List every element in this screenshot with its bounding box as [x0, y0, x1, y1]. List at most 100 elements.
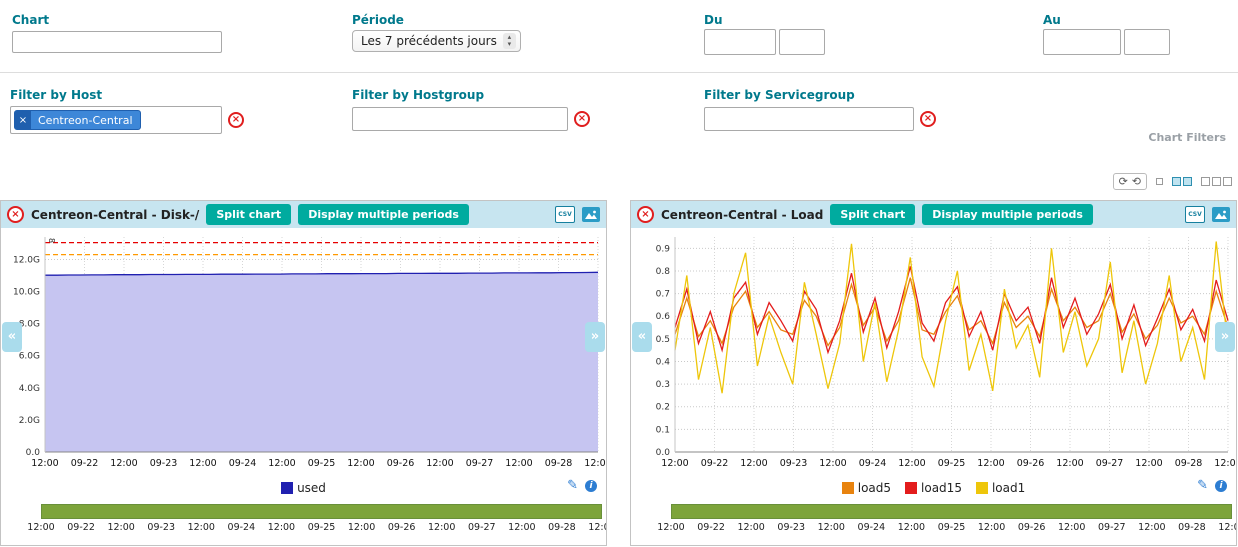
- timeline-tick-label: 09-25: [308, 522, 336, 533]
- auto-refresh-icon[interactable]: [1132, 175, 1141, 188]
- layout-three-columns-icon[interactable]: [1201, 177, 1232, 186]
- close-panel-icon[interactable]: [637, 206, 654, 223]
- layout-two-columns-icon[interactable]: [1172, 177, 1192, 186]
- du-date-input[interactable]: [704, 29, 776, 55]
- legend-row: load5 load15 load1: [631, 476, 1236, 500]
- timeline-bar[interactable]: [671, 504, 1232, 519]
- layout-one-column-icon[interactable]: [1156, 178, 1163, 185]
- svg-text:09-26: 09-26: [1017, 458, 1045, 469]
- legend-item[interactable]: used: [281, 481, 326, 495]
- hostgroup-filter-input[interactable]: [352, 107, 568, 131]
- chip-label: Centreon-Central: [31, 114, 140, 127]
- svg-text:4.0G: 4.0G: [19, 384, 40, 394]
- chart-filter-input[interactable]: [12, 31, 222, 53]
- svg-text:0.7: 0.7: [656, 290, 670, 300]
- chart-area: 0.02.0G4.0G6.0G8.0G10.0G12.0G12:0009-221…: [1, 228, 606, 476]
- svg-text:0.1: 0.1: [656, 425, 670, 435]
- clear-host-filter-icon[interactable]: [228, 112, 244, 128]
- servicegroup-filter-input[interactable]: [704, 107, 914, 131]
- svg-text:09-27: 09-27: [466, 458, 494, 469]
- clear-hostgroup-filter-icon[interactable]: [574, 111, 590, 127]
- scroll-right-button[interactable]: [585, 322, 605, 352]
- edit-icon[interactable]: [1197, 479, 1208, 493]
- svg-text:12:00: 12:00: [426, 458, 453, 469]
- svg-text:2.0G: 2.0G: [19, 416, 40, 426]
- image-glyph: [1215, 210, 1227, 219]
- timeline-tick-label: 12:00: [1058, 522, 1085, 533]
- timeline-tick-label: 09-27: [468, 522, 496, 533]
- display-multiple-periods-button[interactable]: Display multiple periods: [298, 204, 469, 225]
- timeline-tick-label: 12:00: [268, 522, 295, 533]
- timeline-tick-label: 12:00: [1138, 522, 1165, 533]
- svg-text:09-23: 09-23: [150, 458, 178, 469]
- host-chip[interactable]: Centreon-Central: [14, 110, 141, 130]
- timeline-tick-label: 12:00: [588, 522, 607, 533]
- svg-text:12:00: 12:00: [110, 458, 137, 469]
- svg-text:0.8: 0.8: [656, 267, 671, 277]
- timeline-tick-label: 12:00: [428, 522, 455, 533]
- periode-select[interactable]: Les 7 précédents jours: [352, 30, 521, 52]
- close-panel-icon[interactable]: [7, 206, 24, 223]
- panel-title: Centreon-Central - Disk-/: [31, 208, 199, 222]
- timeline-tick-label: 09-26: [1018, 522, 1046, 533]
- refresh-controls: [1113, 173, 1147, 190]
- timeline-tick-label: 09-22: [697, 522, 725, 533]
- timeline-tick-label: 09-24: [228, 522, 256, 533]
- chip-remove-icon[interactable]: [15, 111, 31, 129]
- image-glyph: [585, 210, 597, 219]
- legend-item[interactable]: load1: [976, 481, 1025, 495]
- svg-text:09-23: 09-23: [780, 458, 808, 469]
- du-time-input[interactable]: [779, 29, 825, 55]
- svg-text:0.5: 0.5: [656, 335, 670, 345]
- chart-canvas[interactable]: 0.02.0G4.0G6.0G8.0G10.0G12.0G12:0009-221…: [1, 228, 606, 474]
- chart-canvas[interactable]: 0.00.10.20.30.40.50.60.70.80.912:0009-22…: [631, 228, 1236, 474]
- timeline-bar[interactable]: [41, 504, 602, 519]
- scroll-left-button[interactable]: [632, 322, 652, 352]
- svg-text:10.0G: 10.0G: [13, 288, 40, 298]
- edit-icon[interactable]: [567, 479, 578, 493]
- svg-text:12:00: 12:00: [1056, 458, 1083, 469]
- timeline-ticks: 12:0009-2212:0009-2312:0009-2412:0009-25…: [41, 522, 602, 536]
- info-icon[interactable]: [585, 480, 597, 492]
- split-chart-button[interactable]: Split chart: [206, 204, 291, 225]
- clear-servicegroup-filter-icon[interactable]: [920, 111, 936, 127]
- legend-row: used: [1, 476, 606, 500]
- timeline-tick-label: 12:00: [107, 522, 134, 533]
- svg-text:09-24: 09-24: [859, 458, 887, 469]
- svg-text:09-26: 09-26: [387, 458, 415, 469]
- periode-selected-value: Les 7 précédents jours: [361, 34, 497, 48]
- svg-text:12.0G: 12.0G: [13, 255, 40, 265]
- timeline-tick-label: 09-26: [388, 522, 416, 533]
- svg-text:0.4: 0.4: [656, 357, 671, 367]
- au-date-input[interactable]: [1043, 29, 1121, 55]
- svg-text:6.0G: 6.0G: [19, 352, 40, 362]
- svg-text:12:00: 12:00: [1135, 458, 1162, 469]
- timeline-tick-label: 12:00: [27, 522, 54, 533]
- timeline-tick-label: 12:00: [508, 522, 535, 533]
- display-multiple-periods-button[interactable]: Display multiple periods: [922, 204, 1093, 225]
- au-label: Au: [1043, 13, 1061, 27]
- legend-item[interactable]: load5: [842, 481, 891, 495]
- split-chart-button[interactable]: Split chart: [830, 204, 915, 225]
- export-image-icon[interactable]: [582, 207, 600, 222]
- axis-watermark: 8: [47, 238, 56, 243]
- timeline-tick-label: 09-23: [147, 522, 175, 533]
- chart-panel-disk: Centreon-Central - Disk-/ Split chart Di…: [0, 200, 607, 546]
- legend-item[interactable]: load15: [905, 481, 962, 495]
- host-filter-box[interactable]: Centreon-Central: [10, 106, 222, 134]
- info-icon[interactable]: [1215, 480, 1227, 492]
- svg-text:09-25: 09-25: [938, 458, 966, 469]
- svg-text:09-28: 09-28: [1175, 458, 1203, 469]
- svg-text:12:00: 12:00: [977, 458, 1004, 469]
- scroll-left-button[interactable]: [2, 322, 22, 352]
- export-csv-icon[interactable]: CSV: [555, 206, 575, 223]
- export-image-icon[interactable]: [1212, 207, 1230, 222]
- servicegroup-filter-label: Filter by Servicegroup: [704, 88, 855, 102]
- export-csv-icon[interactable]: CSV: [1185, 206, 1205, 223]
- host-filter-label: Filter by Host: [10, 88, 102, 102]
- scroll-right-button[interactable]: [1215, 322, 1235, 352]
- au-time-input[interactable]: [1124, 29, 1170, 55]
- refresh-icon[interactable]: [1119, 175, 1128, 188]
- svg-text:09-28: 09-28: [545, 458, 573, 469]
- svg-text:09-24: 09-24: [229, 458, 257, 469]
